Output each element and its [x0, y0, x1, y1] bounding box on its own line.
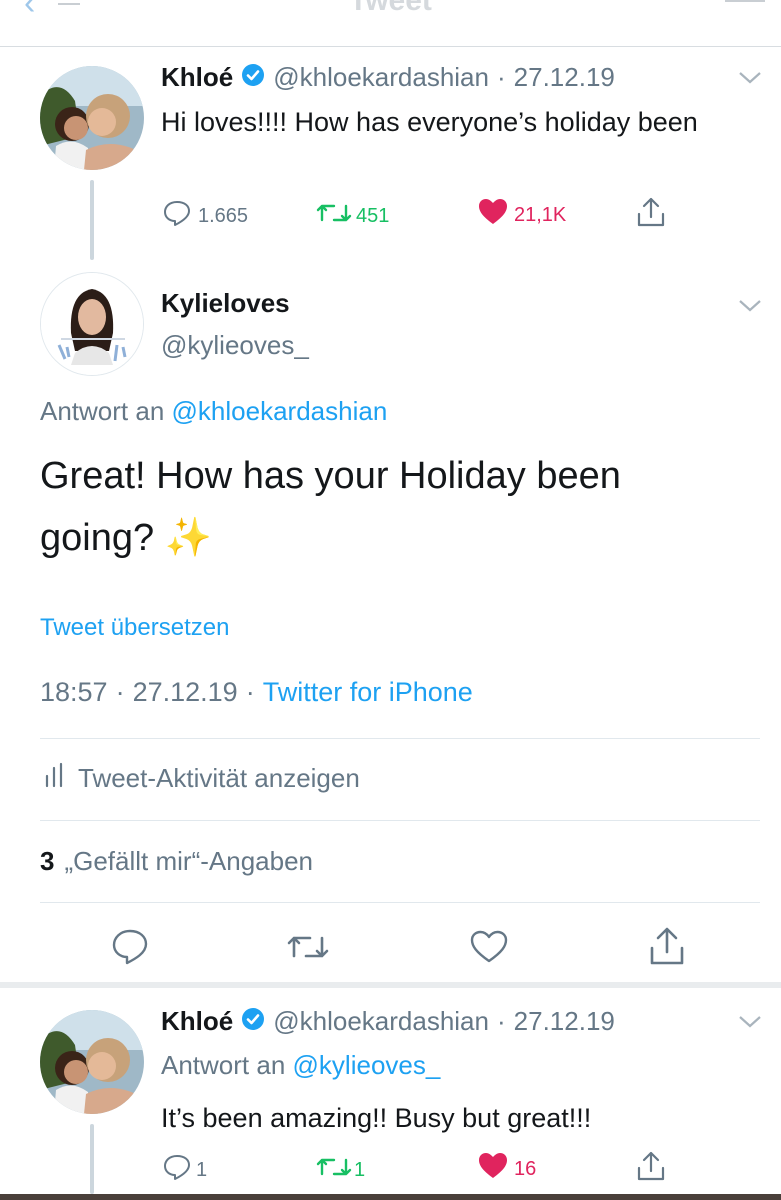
tweet-header: Khloé @khloekardashian · 27.12.19	[161, 62, 615, 93]
reply-prefix: Antwort an	[40, 396, 165, 426]
reply-context: Antwort an @khloekardashian	[40, 396, 387, 427]
reply-button[interactable]: 1.665	[162, 198, 248, 234]
activity-label: Tweet-Aktivität anzeigen	[78, 763, 360, 793]
reply-to-link[interactable]: @khloekardashian	[172, 396, 388, 426]
like-button[interactable]: 21,1K	[478, 198, 566, 232]
reply-context: Antwort an @kylieoves_	[161, 1050, 440, 1081]
likes-count: 3	[40, 846, 55, 876]
tweet-time: 18:57	[40, 677, 108, 707]
heart-icon	[478, 1152, 508, 1186]
navigation-bar: ‹ Tweet	[0, 0, 781, 47]
meta-separator: ·	[496, 62, 506, 92]
avatar-khloe[interactable]	[40, 1010, 144, 1114]
share-icon[interactable]	[636, 1150, 666, 1187]
avatar-khloe[interactable]	[40, 66, 144, 170]
reply-button[interactable]	[110, 928, 150, 971]
chevron-down-icon[interactable]	[738, 70, 762, 91]
retweet-button[interactable]: 451	[316, 198, 389, 234]
share-icon	[650, 927, 684, 965]
tweet-date: 27.12.19	[513, 62, 615, 92]
tweet-timestamp: 18:57 · 27.12.19 · Twitter for iPhone	[40, 677, 473, 708]
retweet-button[interactable]	[286, 930, 330, 969]
reply-button[interactable]: 1	[162, 1152, 207, 1188]
likes-summary[interactable]: 3 „Gefällt mir“-Angaben	[40, 846, 313, 877]
author-handle[interactable]: @kylieoves_	[161, 330, 309, 361]
avatar-khloe-image	[40, 1010, 144, 1114]
heart-icon	[478, 198, 508, 232]
divider	[40, 902, 760, 903]
avatar-khloe-image	[40, 66, 144, 170]
divider	[40, 820, 760, 821]
avatar-kylieloves[interactable]	[40, 272, 144, 376]
activity-bars-icon	[44, 762, 66, 795]
screen-bottom-edge	[0, 1194, 781, 1200]
meta-separator: ·	[245, 677, 255, 707]
avatar-kylieloves-image	[41, 273, 143, 375]
tweet-date: 27.12.19	[513, 1006, 615, 1036]
main-tweet-text: Great! How has your Holiday been going? …	[40, 445, 730, 569]
reply-icon	[162, 198, 192, 234]
author-name[interactable]: Khloé	[161, 62, 233, 93]
retweet-icon	[287, 936, 329, 958]
like-button[interactable]	[470, 930, 508, 969]
tweet-date: 27.12.19	[132, 677, 238, 707]
like-count: 16	[514, 1157, 537, 1180]
share-icon[interactable]	[636, 196, 666, 233]
main-tweet-body: Great! How has your Holiday been going?	[40, 455, 621, 559]
author-handle[interactable]: @khloekardashian	[273, 1006, 489, 1037]
divider	[40, 738, 760, 739]
likes-label: „Gefällt mir“-Angaben	[64, 846, 314, 876]
author-handle[interactable]: @khloekardashian	[273, 62, 489, 93]
tweet-activity-button[interactable]: Tweet-Aktivität anzeigen	[44, 762, 360, 795]
thread-line	[90, 1124, 94, 1194]
reply-count: 1	[196, 1158, 208, 1181]
chevron-down-icon[interactable]	[738, 1014, 762, 1035]
reply-icon	[112, 929, 148, 965]
like-button[interactable]: 16	[478, 1152, 536, 1186]
tweet-text: It’s been amazing!! Busy but great!!!	[161, 1103, 592, 1133]
meta-separator: ·	[496, 1006, 506, 1036]
tweet-header: Khloé @khloekardashian · 27.12.19	[161, 1006, 615, 1037]
chevron-down-icon[interactable]	[738, 298, 762, 319]
share-button[interactable]	[648, 926, 686, 971]
reply-to-link[interactable]: @kylieoves_	[293, 1050, 441, 1080]
reply-icon	[162, 1152, 192, 1188]
reply-prefix: Antwort an	[161, 1050, 286, 1080]
heart-icon	[470, 930, 508, 963]
author-name[interactable]: Khloé	[161, 1006, 233, 1037]
retweet-icon	[316, 198, 352, 234]
retweet-count: 1	[354, 1158, 366, 1181]
meta-separator: ·	[115, 677, 125, 707]
verified-badge-icon	[241, 63, 265, 92]
nav-right-fragment	[725, 0, 765, 2]
reply-count: 1.665	[198, 204, 249, 227]
like-count: 21,1K	[514, 203, 567, 226]
retweet-icon	[316, 1152, 352, 1188]
tweet-source-link[interactable]: Twitter for iPhone	[263, 677, 473, 708]
thread-line	[90, 180, 94, 260]
sparkles-emoji: ✨	[164, 517, 213, 559]
tweet-text: Hi loves!!!! How has everyone’s holiday …	[161, 107, 698, 137]
nav-title: Tweet	[349, 0, 432, 17]
retweet-button[interactable]: 1	[316, 1152, 365, 1188]
translate-link[interactable]: Tweet übersetzen	[40, 614, 229, 642]
retweet-count: 451	[356, 204, 390, 227]
author-name[interactable]: Kylieloves	[161, 288, 290, 319]
section-divider	[0, 982, 781, 988]
verified-badge-icon	[241, 1007, 265, 1036]
